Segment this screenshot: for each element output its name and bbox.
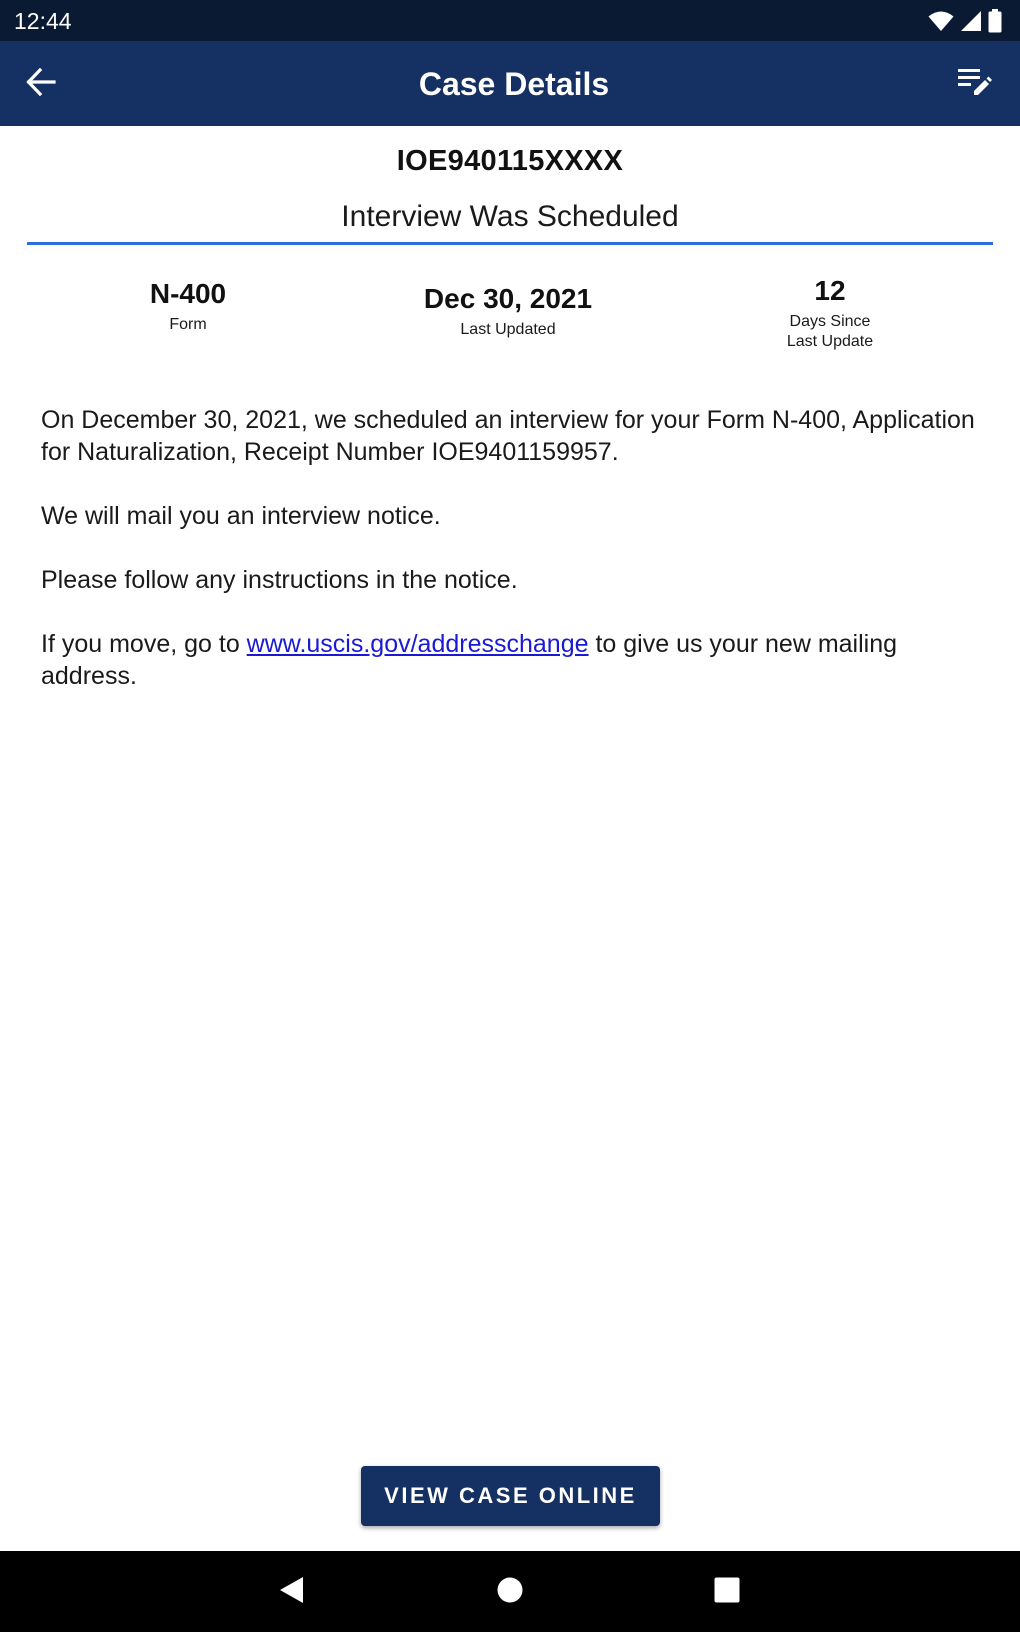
battery-icon — [988, 9, 1002, 33]
case-description: On December 30, 2021, we scheduled an in… — [41, 404, 991, 724]
days-since-label-line2: Last Update — [786, 333, 874, 350]
nav-home-icon — [496, 1576, 524, 1609]
description-paragraph: If you move, go to www.uscis.gov/address… — [41, 628, 991, 692]
receipt-number: IOE940115XXXX — [396, 145, 624, 177]
wifi-icon — [928, 10, 954, 32]
cell-signal-icon — [960, 10, 982, 32]
status-divider — [27, 242, 993, 245]
last-updated-value: Dec 30, 2021 — [423, 283, 593, 314]
notes-button[interactable] — [952, 61, 998, 107]
days-since-value: 12 — [814, 275, 846, 306]
edit-notes-icon — [958, 67, 992, 102]
description-paragraph: Please follow any instructions in the no… — [41, 566, 518, 594]
case-status-title: Interview Was Scheduled — [341, 200, 679, 233]
stat-days-since-update: 12 Days Since Last Update — [730, 274, 930, 352]
nav-recents-icon — [713, 1576, 741, 1609]
status-bar: 12:44 — [0, 0, 1020, 41]
nav-back-icon — [276, 1574, 306, 1611]
app-bar: Case Details — [0, 41, 1020, 126]
screen: 12:44 Case Details IOE940115XXXX Intervi… — [0, 0, 1020, 1632]
status-time: 12:44 — [14, 8, 72, 34]
last-updated-label: Last Updated — [460, 321, 556, 338]
description-paragraph: We will mail you an interview notice. — [41, 502, 441, 530]
view-case-online-button[interactable]: VIEW CASE ONLINE — [361, 1466, 660, 1526]
stat-last-updated: Dec 30, 2021 Last Updated — [368, 282, 648, 340]
nav-home-button[interactable] — [487, 1569, 533, 1615]
system-nav-bar — [0, 1551, 1020, 1632]
nav-recents-button[interactable] — [704, 1569, 750, 1615]
form-value: N-400 — [149, 278, 227, 309]
stat-form: N-400 Form — [88, 277, 288, 335]
status-icons — [928, 9, 1002, 33]
address-change-prefix: If you move, go to — [41, 630, 247, 658]
form-label: Form — [169, 316, 207, 333]
description-paragraph: On December 30, 2021, we scheduled an in… — [41, 406, 975, 466]
address-change-link[interactable]: www.uscis.gov/addresschange — [247, 630, 589, 658]
nav-back-button[interactable] — [268, 1569, 314, 1615]
days-since-label-line1: Days Since — [789, 313, 871, 330]
page-title: Case Details — [418, 66, 610, 102]
days-since-label: Days Since Last Update — [730, 312, 930, 352]
